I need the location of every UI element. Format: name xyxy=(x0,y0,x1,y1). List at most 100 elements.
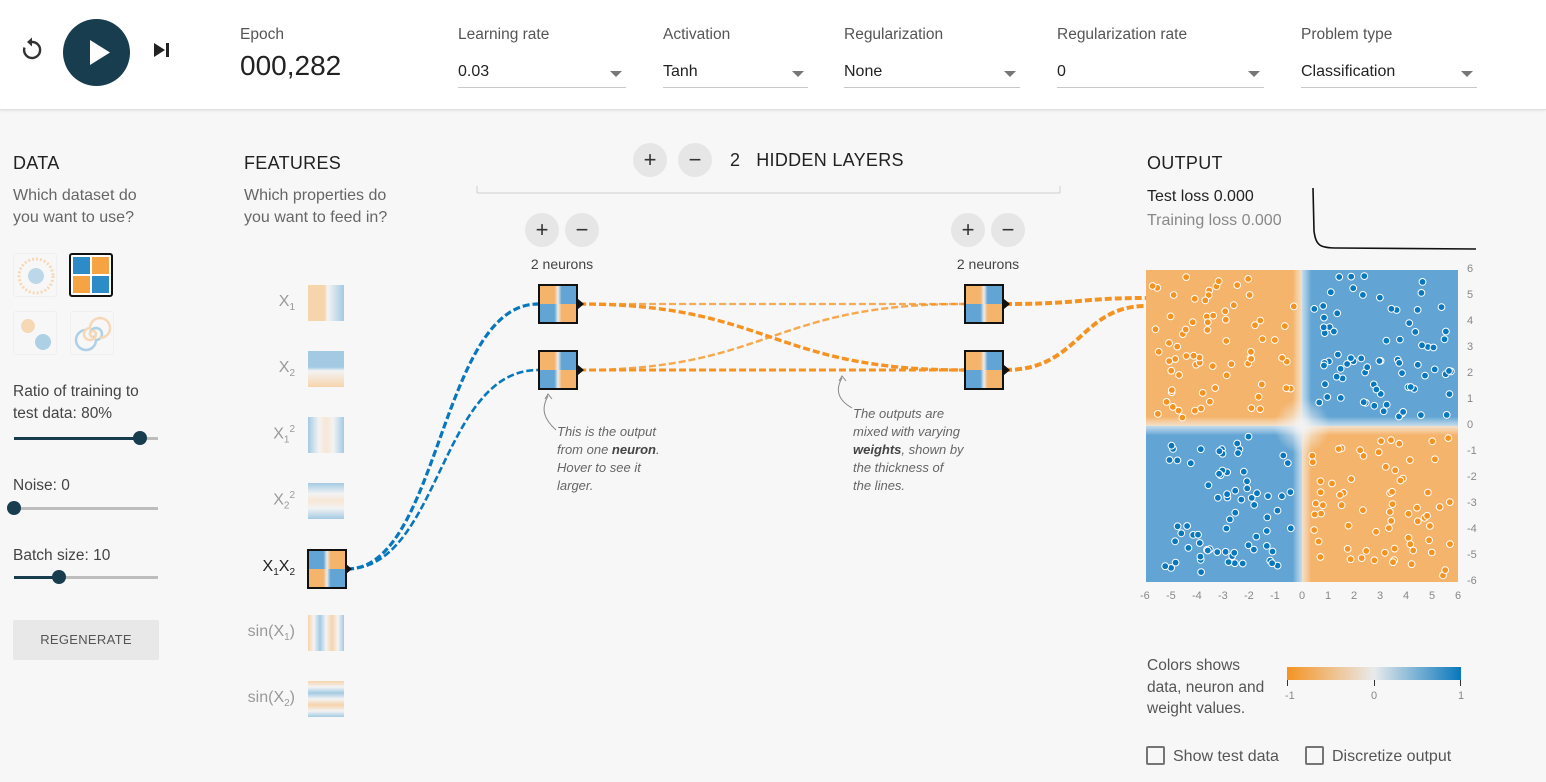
remove-neuron-layer1-button[interactable]: − xyxy=(565,213,599,247)
data-point xyxy=(1167,386,1176,394)
data-point xyxy=(1357,354,1366,363)
data-point xyxy=(1283,459,1292,468)
data-point xyxy=(1165,357,1174,365)
data-point xyxy=(1227,360,1236,368)
feature-x1-squared[interactable] xyxy=(308,417,344,453)
data-point xyxy=(1308,451,1317,460)
neuron-l2-n2[interactable] xyxy=(964,350,1004,390)
hidden-layers-count: 2 xyxy=(730,150,741,170)
neuron-l1-n2[interactable] xyxy=(538,350,578,390)
neuron-output-marker xyxy=(1004,365,1010,375)
data-point xyxy=(1243,484,1252,493)
weight-line[interactable] xyxy=(346,302,539,571)
feature-x1x2[interactable] xyxy=(307,549,347,589)
feature-label-x1x2: X1X2 xyxy=(262,558,295,579)
data-point xyxy=(1203,546,1212,555)
data-point xyxy=(1407,560,1416,569)
data-point xyxy=(1347,475,1356,483)
feature-sin-x1[interactable] xyxy=(308,615,344,651)
neuron-callout-pre: from one xyxy=(557,442,612,457)
remove-layer-button[interactable]: − xyxy=(678,143,712,177)
data-point xyxy=(1310,305,1319,313)
data-point xyxy=(1165,339,1173,347)
data-point xyxy=(1376,293,1384,302)
data-point xyxy=(1343,545,1352,553)
data-point xyxy=(1215,447,1224,456)
data-point xyxy=(1166,312,1175,321)
data-point xyxy=(1363,363,1372,372)
data-point xyxy=(1330,327,1338,336)
data-point xyxy=(1344,521,1353,530)
feature-label-x2: X2 xyxy=(278,359,295,380)
x-tick-label: 3 xyxy=(1377,590,1384,602)
data-point xyxy=(1178,413,1187,422)
data-point xyxy=(1395,439,1404,448)
data-point xyxy=(1251,321,1259,330)
feature-x1[interactable] xyxy=(308,285,344,321)
data-point xyxy=(1173,456,1182,465)
remove-neuron-layer2-button[interactable]: − xyxy=(991,213,1025,247)
data-point xyxy=(1190,294,1199,303)
feature-x2-squared[interactable] xyxy=(308,483,344,519)
data-point xyxy=(1203,318,1212,327)
x-tick-label: 2 xyxy=(1351,590,1358,602)
data-point xyxy=(1381,462,1390,471)
data-point xyxy=(1429,343,1438,352)
neuron-heatmap xyxy=(966,352,1002,388)
discretize-output-checkbox[interactable] xyxy=(1305,746,1324,765)
show-test-data-toggle[interactable]: Show test data xyxy=(1146,746,1279,766)
data-point xyxy=(1278,354,1287,362)
data-point xyxy=(1239,467,1248,476)
weight-line[interactable] xyxy=(578,302,965,372)
neuron-output-marker xyxy=(578,299,584,309)
data-point xyxy=(1231,508,1240,517)
weight-line[interactable] xyxy=(346,368,539,571)
data-point xyxy=(1247,355,1255,363)
data-point xyxy=(1196,445,1205,454)
discretize-output-toggle[interactable]: Discretize output xyxy=(1305,746,1451,766)
data-point xyxy=(1417,289,1426,297)
data-point xyxy=(1195,539,1204,547)
legend-line2: data, neuron and xyxy=(1147,678,1265,696)
data-point xyxy=(1258,335,1267,343)
x-tick-label: -6 xyxy=(1140,590,1150,602)
data-point xyxy=(1320,313,1328,322)
y-tick-label: 1 xyxy=(1467,393,1474,405)
data-point xyxy=(1165,456,1174,464)
data-point xyxy=(1222,371,1231,380)
neuron-l2-n1[interactable] xyxy=(964,284,1004,324)
data-point xyxy=(1390,544,1399,553)
data-point xyxy=(1154,410,1162,418)
feature-sin-x2[interactable] xyxy=(308,681,344,717)
feature-x2[interactable] xyxy=(308,351,344,387)
add-neuron-layer2-button[interactable]: + xyxy=(951,213,985,247)
show-test-data-checkbox[interactable] xyxy=(1146,746,1165,765)
data-point xyxy=(1391,466,1400,475)
minus-icon: − xyxy=(575,217,589,242)
add-layer-button[interactable]: + xyxy=(633,143,667,177)
data-point xyxy=(1316,488,1325,497)
data-point xyxy=(1310,510,1319,519)
data-point xyxy=(1148,282,1157,290)
feature-output-marker xyxy=(346,564,352,574)
show-test-data-label: Show test data xyxy=(1173,748,1279,765)
data-point xyxy=(1214,277,1223,286)
data-point xyxy=(1387,517,1396,525)
data-point xyxy=(1359,398,1368,407)
data-point xyxy=(1320,361,1328,370)
data-point xyxy=(1282,384,1291,392)
weight-line[interactable] xyxy=(1004,296,1147,306)
add-neuron-layer1-button[interactable]: + xyxy=(525,213,559,247)
y-tick-label: 2 xyxy=(1467,367,1474,379)
neuron-heatmap xyxy=(966,286,1002,322)
neuron-l1-n1[interactable] xyxy=(538,284,578,324)
data-point xyxy=(1245,291,1254,299)
data-point xyxy=(1404,533,1413,542)
weight-line[interactable] xyxy=(1004,304,1147,372)
data-point xyxy=(1174,406,1183,415)
neuron-callout-bold: neuron xyxy=(611,442,656,457)
data-point xyxy=(1417,411,1425,420)
data-point xyxy=(1221,315,1230,324)
neuron-output-marker xyxy=(578,365,584,375)
data-point xyxy=(1171,558,1180,567)
